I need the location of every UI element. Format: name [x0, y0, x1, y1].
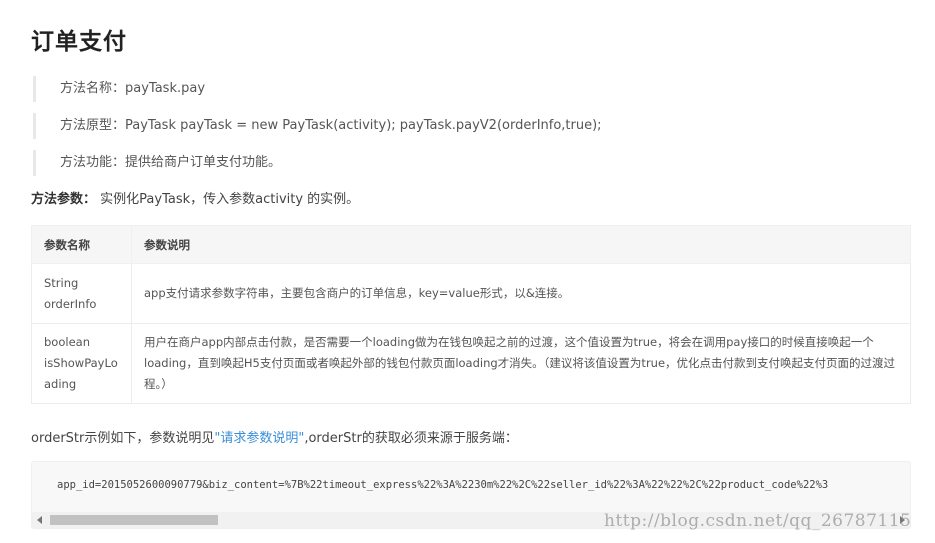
table-row: String orderInfo app支付请求参数字符串，主要包含商户的订单信…: [31, 263, 911, 324]
request-params-link[interactable]: "请求参数说明": [214, 431, 304, 446]
method-function-quote: 方法功能：提供给商户订单支付功能。: [33, 150, 281, 176]
param-name: orderInfo: [44, 296, 97, 311]
order-str-text-before: orderStr示例如下，参数说明见: [31, 431, 215, 446]
table-header-row: 参数名称 参数说明: [31, 225, 911, 264]
watermark: http://blog.csdn.net/qq_26787115: [604, 511, 912, 531]
method-params-text: 实例化PayTask，传入参数activity 的实例。: [96, 192, 360, 207]
method-name-quote: 方法名称：payTask.pay: [33, 76, 205, 102]
page-title: 订单支付: [31, 29, 127, 55]
scrollbar-thumb[interactable]: [50, 515, 218, 525]
scroll-left-arrow-icon[interactable]: [37, 516, 42, 524]
param-type: String: [44, 275, 79, 290]
method-prototype-quote: 方法原型：PayTask payTask = new PayTask(activ…: [33, 113, 602, 139]
param-desc-cell: app支付请求参数字符串，主要包含商户的订单信息，key=value形式，以&连…: [131, 263, 911, 324]
param-name-continued: ading: [44, 377, 77, 391]
param-type: boolean: [44, 335, 90, 349]
method-params-label: 方法参数：: [31, 192, 97, 207]
order-str-code: app_id=2015052600090779&biz_content=%7B%…: [57, 479, 829, 491]
order-str-intro: orderStr示例如下，参数说明见"请求参数说明",orderStr的获取必须…: [31, 428, 518, 450]
header-param-name: 参数名称: [31, 225, 132, 264]
method-params-intro: 方法参数： 实例化PayTask，传入参数activity 的实例。: [31, 189, 359, 211]
param-name-cell: String orderInfo: [31, 263, 132, 324]
header-param-desc: 参数说明: [131, 225, 911, 264]
param-desc-cell: 用户在商户app内部点击付款，是否需要一个loading做为在钱包唤起之前的过渡…: [131, 323, 911, 404]
param-name-cell: boolean isShowPayLo ading: [31, 323, 132, 404]
order-str-text-after: ,orderStr的获取必须来源于服务端：: [304, 431, 518, 446]
params-table: 参数名称 参数说明 String orderInfo app支付请求参数字符串，…: [31, 225, 911, 404]
table-row: boolean isShowPayLo ading 用户在商户app内部点击付款…: [31, 323, 911, 404]
param-name: isShowPayLo: [44, 356, 118, 370]
